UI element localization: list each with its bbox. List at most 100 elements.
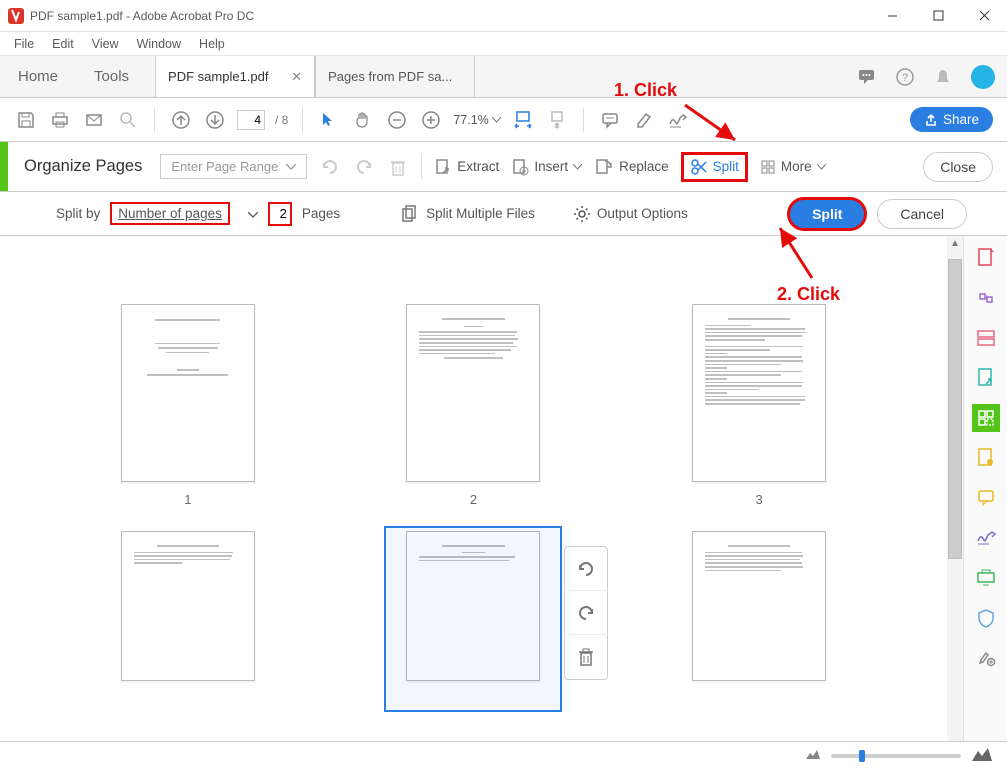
thumbnail-canvas[interactable]: 1 2 bbox=[0, 236, 947, 741]
fit-width-icon[interactable] bbox=[511, 108, 535, 132]
speech-bubble-icon[interactable] bbox=[857, 67, 877, 87]
replace-button[interactable]: Replace bbox=[594, 157, 669, 177]
fit-height-icon[interactable] bbox=[545, 108, 569, 132]
export-pdf-icon[interactable] bbox=[972, 364, 1000, 392]
extract-button[interactable]: Extract bbox=[434, 157, 499, 177]
pointer-icon[interactable] bbox=[317, 108, 341, 132]
close-tab-icon[interactable]: ✕ bbox=[291, 69, 302, 85]
rotate-ccw-icon[interactable] bbox=[564, 547, 608, 591]
combine-icon[interactable] bbox=[972, 284, 1000, 312]
hand-icon[interactable] bbox=[351, 108, 375, 132]
comments-icon[interactable] bbox=[972, 484, 1000, 512]
page-number: 1 bbox=[184, 492, 191, 507]
help-icon[interactable]: ? bbox=[895, 67, 915, 87]
page-number: 2 bbox=[470, 492, 477, 507]
zoom-out-icon[interactable] bbox=[385, 108, 409, 132]
zoom-dropdown[interactable]: 77.1% bbox=[453, 113, 500, 127]
vertical-scrollbar[interactable]: ▲ bbox=[947, 236, 963, 741]
titlebar: PDF sample1.pdf - Adobe Acrobat Pro DC bbox=[0, 0, 1007, 32]
more-button[interactable]: More bbox=[760, 159, 826, 175]
send-comments-icon[interactable] bbox=[972, 444, 1000, 472]
thumbnail[interactable]: 1 bbox=[90, 304, 286, 507]
split-pages-input[interactable] bbox=[268, 202, 292, 226]
page-total-label: / 8 bbox=[275, 113, 288, 127]
thumbnail[interactable] bbox=[661, 531, 857, 681]
print-icon[interactable] bbox=[48, 108, 72, 132]
window-controls bbox=[869, 1, 1007, 31]
menu-help[interactable]: Help bbox=[191, 35, 233, 53]
rotate-cw-icon[interactable] bbox=[564, 591, 608, 635]
comment-icon[interactable] bbox=[598, 108, 622, 132]
page-down-icon[interactable] bbox=[203, 108, 227, 132]
fill-sign-icon[interactable] bbox=[972, 524, 1000, 552]
thumbnail-hover-tools bbox=[564, 546, 608, 680]
doc-tab-label: PDF sample1.pdf bbox=[168, 69, 268, 84]
svg-text:?: ? bbox=[902, 72, 908, 84]
thumbnail[interactable]: 3 bbox=[661, 304, 857, 507]
delete-icon[interactable] bbox=[387, 156, 409, 178]
organize-title: Organize Pages bbox=[24, 157, 142, 176]
insert-button[interactable]: Insert bbox=[511, 157, 582, 177]
page-up-icon[interactable] bbox=[169, 108, 193, 132]
window-title: PDF sample1.pdf - Adobe Acrobat Pro DC bbox=[30, 9, 254, 23]
rotate-left-icon[interactable] bbox=[319, 156, 341, 178]
bell-icon[interactable] bbox=[933, 67, 953, 87]
scrollbar-thumb[interactable] bbox=[948, 259, 962, 559]
split-cancel-button[interactable]: Cancel bbox=[877, 199, 967, 229]
pages-label: Pages bbox=[302, 206, 340, 221]
split-options-bar: Split by Number of pages Pages Split Mul… bbox=[0, 192, 1007, 236]
menu-window[interactable]: Window bbox=[129, 35, 189, 53]
close-organize-button[interactable]: Close bbox=[923, 152, 993, 182]
doc-tab-active[interactable]: PDF sample1.pdf ✕ bbox=[155, 56, 315, 97]
menu-file[interactable]: File bbox=[6, 35, 42, 53]
tools-tab[interactable]: Tools bbox=[76, 56, 147, 97]
tabstrip: Home Tools PDF sample1.pdf ✕ Pages from … bbox=[0, 56, 1007, 98]
avatar[interactable] bbox=[971, 65, 995, 89]
thumbnail[interactable] bbox=[90, 531, 286, 681]
annotation-click1: 1. Click bbox=[614, 80, 677, 101]
thumbnail[interactable]: 2 bbox=[376, 304, 572, 507]
zoom-in-icon[interactable] bbox=[419, 108, 443, 132]
edit-pdf-icon[interactable] bbox=[972, 324, 1000, 352]
annotation-arrow2 bbox=[772, 223, 822, 285]
zoom-slider[interactable] bbox=[831, 754, 961, 758]
split-multiple-button[interactable]: Split Multiple Files bbox=[400, 204, 535, 224]
scan-icon[interactable] bbox=[972, 564, 1000, 592]
chevron-down-icon[interactable] bbox=[248, 206, 258, 221]
mail-icon[interactable] bbox=[82, 108, 106, 132]
share-button[interactable]: Share bbox=[910, 107, 993, 132]
close-button[interactable] bbox=[961, 1, 1007, 31]
split-mode-dropdown[interactable]: Number of pages bbox=[110, 202, 230, 225]
menu-view[interactable]: View bbox=[84, 35, 127, 53]
main-toolbar: / 8 77.1% Share bbox=[0, 98, 1007, 142]
selected-thumbnail-frame bbox=[384, 526, 562, 712]
doc-tab[interactable]: Pages from PDF sa... bbox=[315, 56, 475, 97]
highlight-icon[interactable] bbox=[632, 108, 656, 132]
page-number: 3 bbox=[756, 492, 763, 507]
rotate-right-icon[interactable] bbox=[353, 156, 375, 178]
annotation-click2: 2. Click bbox=[777, 284, 840, 305]
organize-active-marker bbox=[0, 142, 8, 191]
create-pdf-icon[interactable] bbox=[972, 244, 1000, 272]
trash-icon[interactable] bbox=[564, 635, 608, 679]
save-icon[interactable] bbox=[14, 108, 38, 132]
minimize-button[interactable] bbox=[869, 1, 915, 31]
zoom-bar bbox=[0, 741, 1007, 769]
thumb-large-icon[interactable] bbox=[971, 746, 993, 765]
menu-edit[interactable]: Edit bbox=[44, 35, 82, 53]
page-range-input[interactable]: Enter Page Range bbox=[160, 154, 307, 179]
organize-pages-icon[interactable] bbox=[972, 404, 1000, 432]
thumb-small-icon[interactable] bbox=[805, 748, 821, 763]
current-page-input[interactable] bbox=[237, 110, 265, 130]
home-tab[interactable]: Home bbox=[0, 56, 76, 97]
maximize-button[interactable] bbox=[915, 1, 961, 31]
split-by-label: Split by bbox=[56, 206, 100, 221]
doc-tab-label: Pages from PDF sa... bbox=[328, 69, 452, 84]
search-icon[interactable] bbox=[116, 108, 140, 132]
split-button[interactable]: Split bbox=[681, 152, 748, 182]
output-options-button[interactable]: Output Options bbox=[573, 205, 688, 223]
workarea: 1 2 bbox=[0, 236, 1007, 741]
protect-icon[interactable] bbox=[972, 604, 1000, 632]
organize-pages-toolbar: Organize Pages Enter Page Range Extract … bbox=[0, 142, 1007, 192]
more-tools-icon[interactable] bbox=[972, 644, 1000, 672]
